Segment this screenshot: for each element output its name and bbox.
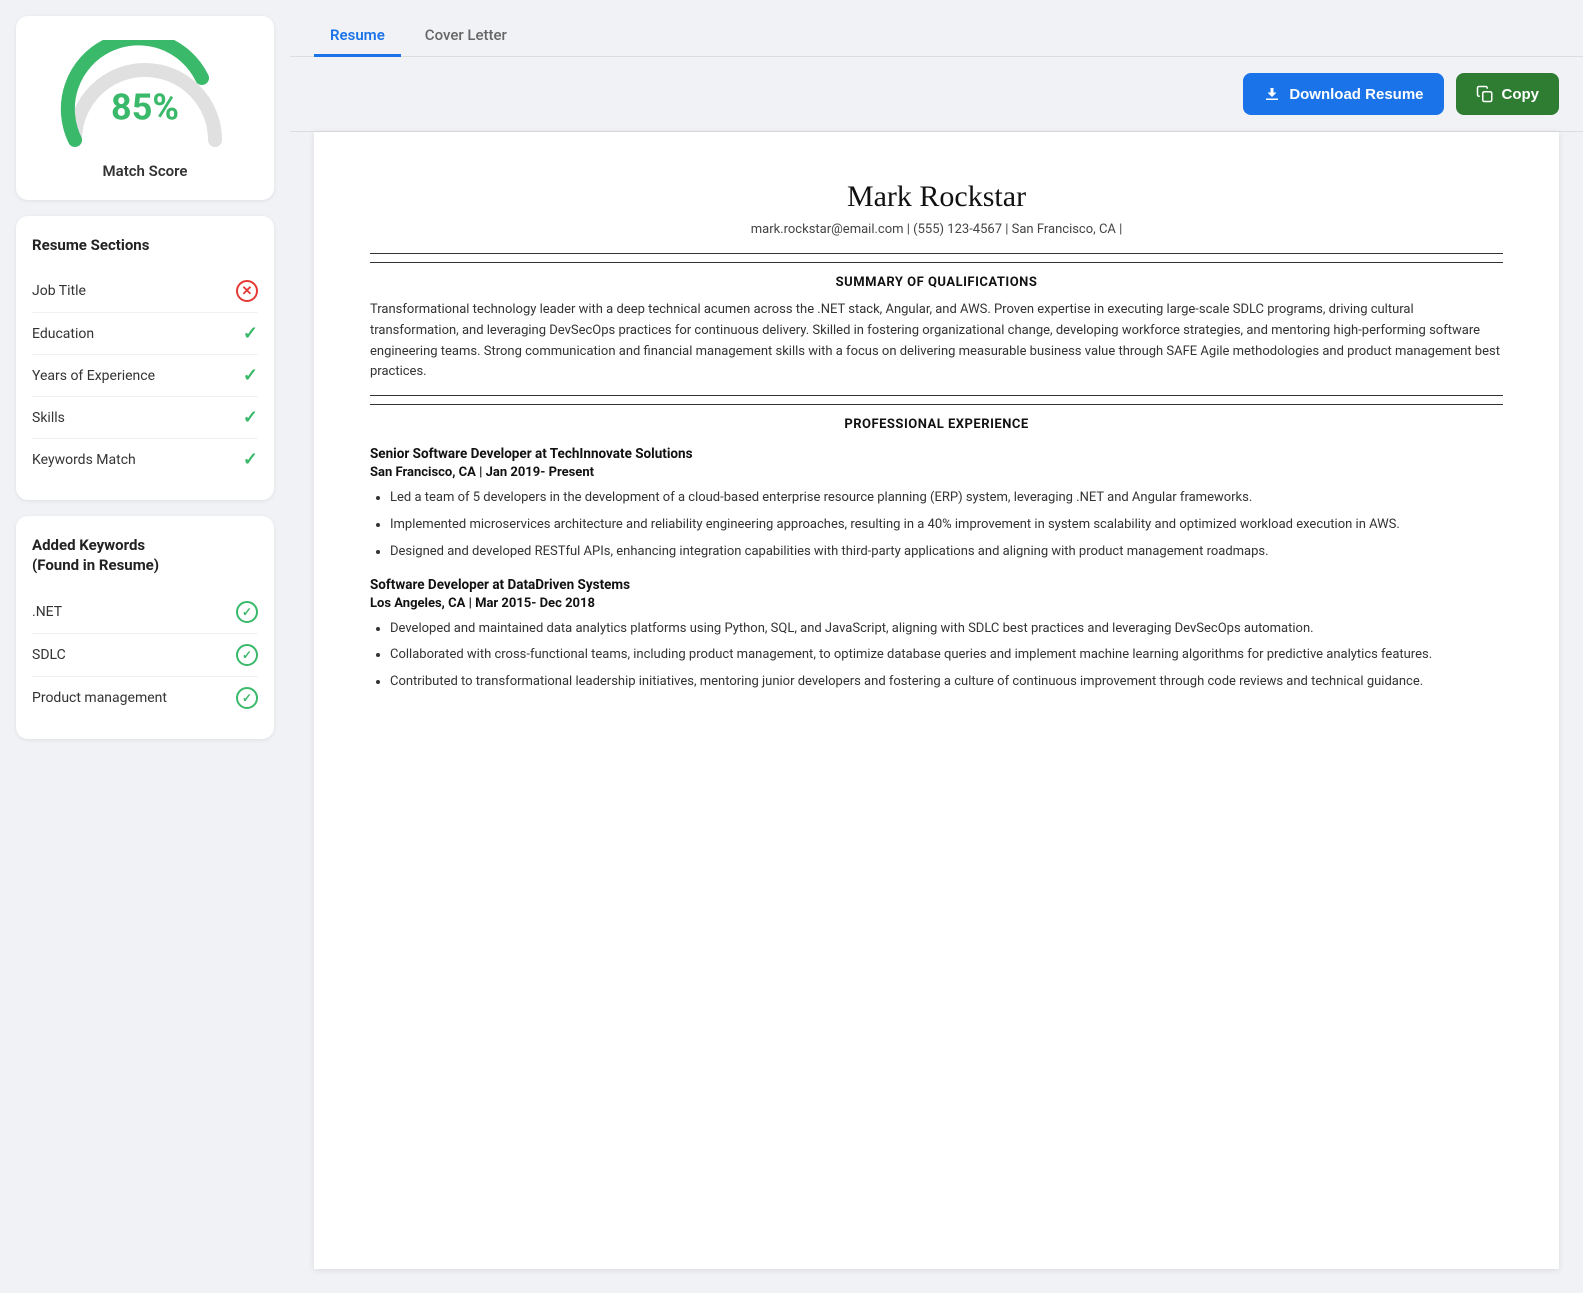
keyword-net-label: .NET <box>32 604 62 620</box>
section-item-education: Education ✓ <box>32 313 258 355</box>
section-education-label: Education <box>32 326 94 342</box>
keywords-card-title: Added Keywords(Found in Resume) <box>32 536 258 575</box>
section-experience-label: Years of Experience <box>32 368 155 384</box>
divider-4 <box>370 404 1503 405</box>
job-2-bullets: Developed and maintained data analytics … <box>370 619 1503 693</box>
section-skills-label: Skills <box>32 410 65 426</box>
job-1-bullet-1: Led a team of 5 developers in the develo… <box>390 488 1503 509</box>
job-title-fail-icon: ✕ <box>236 280 258 302</box>
match-score-value: 85% <box>111 87 179 129</box>
section-item-keywords: Keywords Match ✓ <box>32 439 258 480</box>
keyword-sdlc-check: ✓ <box>236 644 258 666</box>
job-1-location: San Francisco, CA | Jan 2019- Present <box>370 465 1503 480</box>
job-2-bullet-3: Contributed to transformational leadersh… <box>390 672 1503 693</box>
tab-resume[interactable]: Resume <box>314 16 401 57</box>
resume-sections-title: Resume Sections <box>32 236 258 254</box>
job-2-bullet-2: Collaborated with cross-functional teams… <box>390 645 1503 666</box>
summary-section-title: SUMMARY OF QUALIFICATIONS <box>370 275 1503 290</box>
tabs-bar: Resume Cover Letter <box>290 0 1583 57</box>
toolbar: Download Resume Copy <box>290 57 1583 132</box>
job-1-title: Senior Software Developer at TechInnovat… <box>370 446 1503 462</box>
section-item-job-title: Job Title ✕ <box>32 270 258 313</box>
job-2-bullet-1: Developed and maintained data analytics … <box>390 619 1503 640</box>
resume-sections-card: Resume Sections Job Title ✕ Education ✓ … <box>16 216 274 500</box>
keyword-product-mgmt-label: Product management <box>32 690 167 706</box>
divider-1 <box>370 253 1503 254</box>
tab-cover-letter[interactable]: Cover Letter <box>409 16 523 57</box>
resume-name: Mark Rockstar <box>370 180 1503 214</box>
job-1-bullet-3: Designed and developed RESTful APIs, enh… <box>390 542 1503 563</box>
right-panel: Resume Cover Letter Download Resume Copy… <box>290 0 1583 1293</box>
copy-icon <box>1476 85 1494 103</box>
section-keywords-label: Keywords Match <box>32 452 136 468</box>
keywords-pass-icon: ✓ <box>243 449 258 470</box>
keywords-card: Added Keywords(Found in Resume) .NET ✓ S… <box>16 516 274 739</box>
section-job-title-label: Job Title <box>32 283 86 299</box>
keyword-item-sdlc: SDLC ✓ <box>32 634 258 677</box>
summary-text: Transformational technology leader with … <box>370 300 1503 383</box>
keyword-product-mgmt-check: ✓ <box>236 687 258 709</box>
job-1-bullets: Led a team of 5 developers in the develo… <box>370 488 1503 562</box>
divider-3 <box>370 395 1503 396</box>
resume-document: Mark Rockstar mark.rockstar@email.com | … <box>314 132 1559 1269</box>
experience-pass-icon: ✓ <box>243 365 258 386</box>
job-2-location: Los Angeles, CA | Mar 2015- Dec 2018 <box>370 596 1503 611</box>
match-score-card: 85% Match Score <box>16 16 274 200</box>
keyword-net-check: ✓ <box>236 601 258 623</box>
divider-2 <box>370 262 1503 263</box>
keyword-item-net: .NET ✓ <box>32 591 258 634</box>
keyword-item-product-mgmt: Product management ✓ <box>32 677 258 719</box>
match-score-label: Match Score <box>103 162 188 180</box>
job-entry-2: Software Developer at DataDriven Systems… <box>370 577 1503 693</box>
job-1-bullet-2: Implemented microservices architecture a… <box>390 515 1503 536</box>
job-entry-1: Senior Software Developer at TechInnovat… <box>370 446 1503 562</box>
resume-contact: mark.rockstar@email.com | (555) 123-4567… <box>370 222 1503 237</box>
keyword-sdlc-label: SDLC <box>32 647 66 663</box>
experience-section-title: PROFESSIONAL EXPERIENCE <box>370 417 1503 432</box>
download-icon <box>1263 85 1281 103</box>
gauge-chart: 85% <box>55 40 235 150</box>
download-resume-button[interactable]: Download Resume <box>1243 73 1443 115</box>
education-pass-icon: ✓ <box>243 323 258 344</box>
section-item-experience: Years of Experience ✓ <box>32 355 258 397</box>
skills-pass-icon: ✓ <box>243 407 258 428</box>
left-panel: 85% Match Score Resume Sections Job Titl… <box>0 0 290 1293</box>
job-2-title: Software Developer at DataDriven Systems <box>370 577 1503 593</box>
section-item-skills: Skills ✓ <box>32 397 258 439</box>
copy-button[interactable]: Copy <box>1456 73 1560 115</box>
